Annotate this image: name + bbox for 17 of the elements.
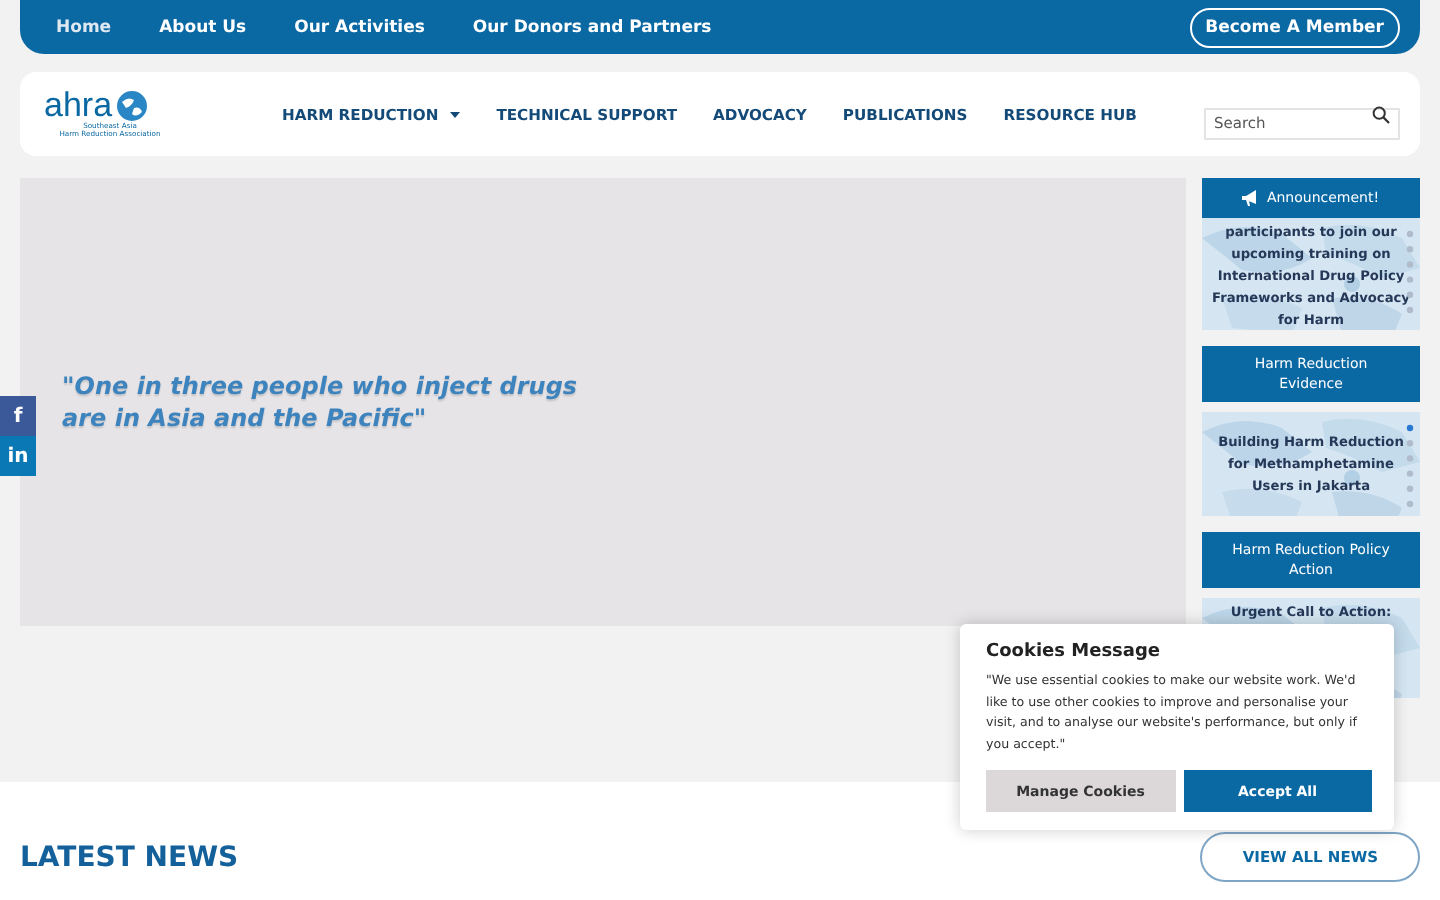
caret-icon	[450, 111, 461, 117]
facebook-share-button[interactable]: f	[0, 396, 36, 436]
search-icon	[1372, 106, 1390, 124]
section-title: LATEST NEWS	[20, 841, 239, 873]
globe-icon	[116, 89, 149, 122]
become-member-button[interactable]: Become A Member	[1189, 7, 1400, 47]
logo-name[interactable]: ahra	[44, 89, 113, 122]
top-nav-link[interactable]: Our Donors and Partners	[472, 17, 712, 37]
linkedin-share-button[interactable]: in	[0, 436, 36, 476]
dialog-title: Cookies Message	[986, 642, 1163, 662]
top-nav-link[interactable]: Our Activities	[294, 17, 425, 37]
megaphone-icon	[1242, 190, 1261, 206]
hero-quote: "One in three people who inject drugs are in Asia and the Pacific"	[62, 370, 580, 434]
top-nav-link[interactable]: About Us	[159, 17, 247, 37]
pagination-dots[interactable]	[1406, 424, 1414, 508]
top-nav-link[interactable]: Home	[56, 17, 112, 37]
pagination-dots[interactable]	[1406, 230, 1414, 314]
